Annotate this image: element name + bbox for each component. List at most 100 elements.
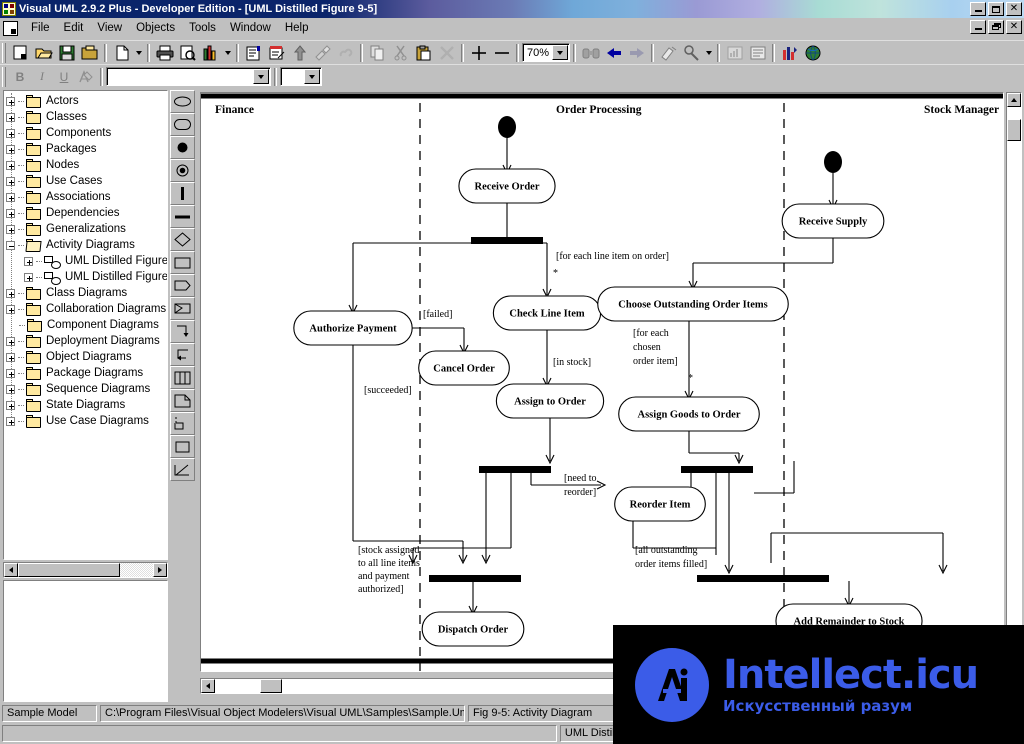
- report-icon[interactable]: [723, 42, 746, 64]
- canvas-vertical-scrollbar[interactable]: [1006, 92, 1022, 672]
- underline-button[interactable]: U: [53, 67, 75, 87]
- tree-expand-icon[interactable]: [6, 144, 15, 154]
- open-folder-icon[interactable]: [32, 42, 55, 64]
- activity-node[interactable]: Authorize Payment: [293, 310, 413, 346]
- activity-node[interactable]: Check Line Item: [492, 295, 602, 331]
- menu-item-window[interactable]: Window: [223, 20, 278, 36]
- list-icon[interactable]: [746, 42, 769, 64]
- tree-item[interactable]: Actors: [6, 93, 167, 109]
- tool-state[interactable]: [170, 113, 195, 136]
- zoom-in-icon[interactable]: [467, 42, 490, 64]
- tree-collapse-icon[interactable]: [6, 240, 15, 250]
- tool-line[interactable]: [170, 458, 195, 481]
- tool-horizontal-bar[interactable]: [170, 205, 195, 228]
- notes-icon[interactable]: [265, 42, 288, 64]
- scroll-thumb[interactable]: [18, 563, 120, 577]
- tree-item[interactable]: Component Diagrams: [6, 317, 167, 333]
- menu-item-objects[interactable]: Objects: [129, 20, 182, 36]
- metrics-icon[interactable]: [778, 42, 801, 64]
- tree-item[interactable]: Collaboration Diagrams: [6, 301, 167, 317]
- menu-item-edit[interactable]: Edit: [57, 20, 91, 36]
- tree-item[interactable]: Package Diagrams: [6, 365, 167, 381]
- tree-expand-icon[interactable]: [24, 272, 33, 282]
- print-preview-icon[interactable]: [176, 42, 199, 64]
- menu-item-help[interactable]: Help: [278, 20, 316, 36]
- italic-button[interactable]: I: [31, 67, 53, 87]
- tree-item[interactable]: Use Case Diagrams: [6, 413, 167, 429]
- document-icon[interactable]: [3, 20, 18, 36]
- properties-icon[interactable]: [242, 42, 265, 64]
- activity-node[interactable]: Receive Order: [458, 168, 556, 204]
- delete-icon[interactable]: [435, 42, 458, 64]
- tree-item[interactable]: Class Diagrams: [6, 285, 167, 301]
- tree-horizontal-scrollbar[interactable]: [3, 562, 168, 578]
- tree-expand-icon[interactable]: [6, 192, 15, 202]
- tool-transition-right[interactable]: [170, 320, 195, 343]
- scroll-track-left[interactable]: [215, 679, 260, 693]
- tree-item[interactable]: Dependencies: [6, 205, 167, 221]
- forward-arrow-icon[interactable]: [625, 42, 648, 64]
- tree-expand-icon[interactable]: [6, 368, 15, 378]
- zoom-combo[interactable]: 70%: [522, 43, 570, 62]
- tree-item[interactable]: Object Diagrams: [6, 349, 167, 365]
- tool-rectangle[interactable]: [170, 435, 195, 458]
- tree-expand-icon[interactable]: [6, 112, 15, 122]
- scroll-track[interactable]: [120, 563, 153, 577]
- chart-icon[interactable]: [199, 42, 222, 64]
- tree-expand-icon[interactable]: [6, 224, 15, 234]
- tree-expand-icon[interactable]: [6, 400, 15, 410]
- activity-node[interactable]: Assign to Order: [495, 383, 605, 419]
- maximize-button[interactable]: [988, 2, 1004, 16]
- tree-item[interactable]: Associations: [6, 189, 167, 205]
- tool-class[interactable]: [170, 251, 195, 274]
- minimize-button[interactable]: [970, 2, 986, 16]
- properties-panel[interactable]: [3, 580, 168, 702]
- scroll-left-button[interactable]: [4, 563, 18, 577]
- activity-node[interactable]: Cancel Order: [418, 350, 510, 386]
- activity-node[interactable]: Choose Outstanding Order Items: [597, 286, 789, 322]
- tool-use-case[interactable]: [170, 90, 195, 113]
- save-icon[interactable]: [55, 42, 78, 64]
- tool-vertical-bar[interactable]: [170, 182, 195, 205]
- tool-tag[interactable]: [170, 274, 195, 297]
- tree-item[interactable]: Components: [6, 125, 167, 141]
- scroll-thumb[interactable]: [260, 679, 282, 693]
- tree-expand-icon[interactable]: [6, 176, 15, 186]
- activity-node[interactable]: Dispatch Order: [421, 611, 525, 647]
- scroll-track-upper[interactable]: [1007, 107, 1021, 119]
- web-icon[interactable]: [801, 42, 824, 64]
- tree-expand-icon[interactable]: [6, 96, 15, 106]
- font-name-dropdown-icon[interactable]: [253, 69, 269, 84]
- scroll-left-button[interactable]: [201, 679, 215, 693]
- tool-note-anchor[interactable]: [170, 297, 195, 320]
- zoom-out-icon[interactable]: [490, 42, 513, 64]
- child-minimize-button[interactable]: [970, 20, 986, 34]
- tree-expand-icon[interactable]: [6, 288, 15, 298]
- back-arrow-icon[interactable]: [602, 42, 625, 64]
- tree-expand-icon[interactable]: [6, 352, 15, 362]
- tree-expand-icon[interactable]: [6, 304, 15, 314]
- promote-icon[interactable]: [288, 42, 311, 64]
- child-restore-button[interactable]: [988, 20, 1004, 34]
- font-color-button[interactable]: [75, 67, 97, 87]
- tree-item[interactable]: Generalizations: [6, 221, 167, 237]
- tree-expand-icon[interactable]: [6, 208, 15, 218]
- tool-initial-state[interactable]: [170, 136, 195, 159]
- tree-item[interactable]: Deployment Diagrams: [6, 333, 167, 349]
- menu-item-view[interactable]: View: [90, 20, 129, 36]
- tree-expand-icon[interactable]: [6, 336, 15, 346]
- tool-final-state[interactable]: [170, 159, 195, 182]
- tool-decision[interactable]: [170, 228, 195, 251]
- copy-icon[interactable]: [366, 42, 389, 64]
- bold-button[interactable]: B: [9, 67, 31, 87]
- tree-item[interactable]: Use Cases: [6, 173, 167, 189]
- new-document-icon[interactable]: [110, 42, 133, 64]
- zoom-dropdown-icon[interactable]: [552, 45, 568, 60]
- format-toolbar-grip[interactable]: [2, 66, 6, 87]
- binoculars-icon[interactable]: [579, 42, 602, 64]
- chart-dropdown-icon[interactable]: [222, 42, 233, 64]
- tool-note[interactable]: [170, 389, 195, 412]
- tree-item[interactable]: State Diagrams: [6, 397, 167, 413]
- paint-icon[interactable]: [311, 42, 334, 64]
- cut-icon[interactable]: [389, 42, 412, 64]
